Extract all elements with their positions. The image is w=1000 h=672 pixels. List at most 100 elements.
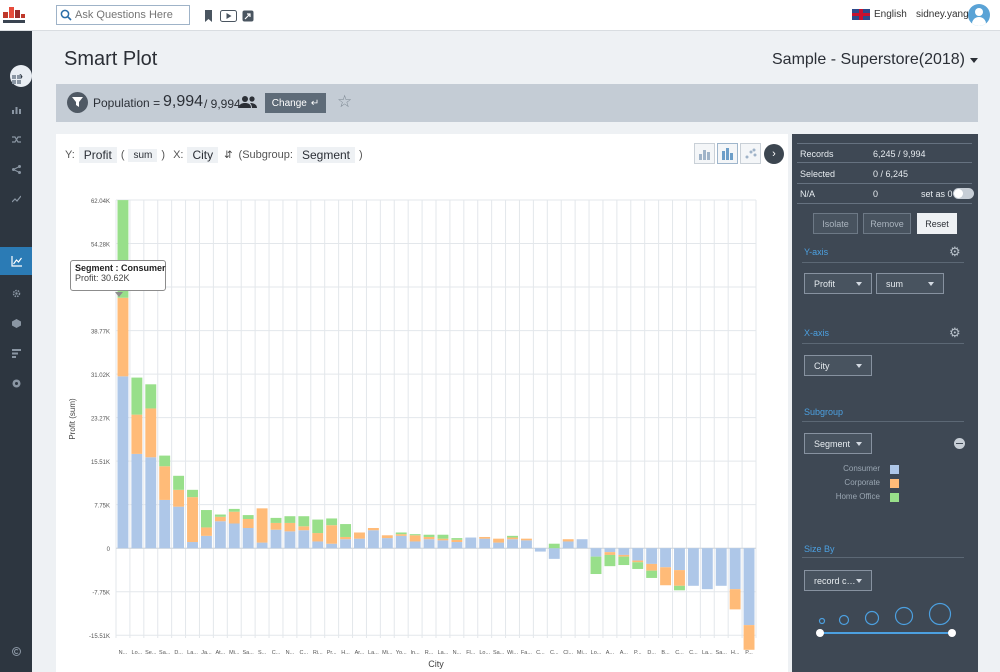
size-by-dropdown[interactable]: record c…: [804, 570, 872, 591]
next-arrow-button[interactable]: ›: [764, 144, 784, 164]
bar-segment[interactable]: [145, 384, 157, 409]
bar-segment[interactable]: [437, 534, 449, 539]
x-axis-gear-icon[interactable]: ⚙: [949, 326, 963, 340]
bar-segment[interactable]: [520, 538, 532, 541]
bar-segment[interactable]: [646, 570, 658, 578]
bar-segment[interactable]: [674, 585, 685, 591]
bar-chart-type-icon[interactable]: [694, 143, 715, 164]
legend-item-corporate[interactable]: Corporate: [812, 478, 902, 490]
bar-segment[interactable]: [284, 522, 296, 532]
bar-segment[interactable]: [451, 542, 463, 549]
app-logo[interactable]: [2, 4, 26, 26]
bar-segment[interactable]: [173, 475, 185, 490]
bar-segment[interactable]: [326, 525, 338, 544]
bar-segment[interactable]: [451, 538, 463, 540]
bar-segment[interactable]: [715, 548, 727, 586]
bar-segment[interactable]: [381, 535, 393, 539]
bar-segment[interactable]: [590, 548, 602, 557]
bar-segment[interactable]: [270, 522, 282, 530]
smart-plot-icon[interactable]: [0, 247, 32, 275]
video-icon[interactable]: [219, 9, 237, 22]
bar-segment[interactable]: [632, 548, 644, 561]
bar-segment[interactable]: [507, 537, 518, 540]
bar-segment[interactable]: [326, 543, 338, 549]
bar-segment[interactable]: [618, 548, 630, 555]
username[interactable]: sidney.yang: [916, 9, 969, 20]
bar-segment[interactable]: [562, 539, 574, 542]
bar-segment[interactable]: [298, 526, 310, 531]
language-selector[interactable]: English: [852, 9, 907, 20]
y-field-dropdown[interactable]: Profit: [804, 273, 872, 294]
bar-segment[interactable]: [187, 489, 198, 498]
search-box[interactable]: [56, 5, 190, 25]
bar-segment[interactable]: [256, 508, 268, 543]
y-axis-gear-icon[interactable]: ⚙: [949, 245, 963, 259]
stacked-bar-chart-type-icon[interactable]: [717, 143, 738, 164]
bar-segment[interactable]: [507, 535, 518, 538]
bar-segment[interactable]: [743, 548, 755, 626]
bar-segment[interactable]: [242, 519, 254, 528]
y-agg-chip[interactable]: sum: [128, 148, 158, 162]
bar-segment[interactable]: [423, 536, 435, 540]
bar-segment[interactable]: [576, 539, 588, 549]
x-field-chip[interactable]: City: [187, 147, 219, 163]
bar-segment[interactable]: [284, 531, 296, 549]
subgroup-field-chip[interactable]: Segment: [296, 147, 355, 163]
cube-icon[interactable]: [0, 311, 32, 335]
bar-segment[interactable]: [200, 527, 212, 536]
bar-segment[interactable]: [660, 548, 672, 568]
settings-gear-icon[interactable]: [0, 281, 32, 305]
bar-segment[interactable]: [298, 530, 310, 549]
bar-segment[interactable]: [145, 408, 157, 458]
bar-segment[interactable]: [632, 562, 644, 569]
bar-segment[interactable]: [367, 527, 379, 531]
bar-segment[interactable]: [451, 539, 463, 543]
bar-segment[interactable]: [187, 542, 198, 549]
bar-segment[interactable]: [548, 543, 560, 549]
bar-segment[interactable]: [604, 552, 616, 555]
bar-segment[interactable]: [381, 538, 393, 549]
bar-segment[interactable]: [312, 533, 324, 542]
bar-segment[interactable]: [729, 548, 741, 590]
dashboard-icon[interactable]: [0, 67, 32, 91]
bar-segment[interactable]: [340, 539, 352, 549]
bar-segment[interactable]: [520, 540, 532, 549]
bar-segment[interactable]: [437, 540, 449, 549]
bar-segment[interactable]: [674, 570, 685, 586]
chart-icon[interactable]: [0, 97, 32, 121]
bar-segment[interactable]: [687, 548, 699, 586]
bar-segment[interactable]: [270, 517, 282, 523]
bar-segment[interactable]: [242, 527, 254, 549]
package-icon[interactable]: [0, 371, 32, 395]
bar-segment[interactable]: [159, 466, 171, 500]
bar-segment[interactable]: [131, 377, 143, 415]
bar-segment[interactable]: [423, 539, 435, 549]
share-icon[interactable]: [240, 9, 256, 22]
bar-segment[interactable]: [228, 511, 240, 524]
bar-segment[interactable]: [437, 538, 449, 541]
bar-segment[interactable]: [395, 535, 407, 549]
bar-segment[interactable]: [465, 537, 477, 549]
bar-segment[interactable]: [284, 516, 296, 523]
bar-segment[interactable]: [367, 530, 379, 549]
bar-segment[interactable]: [479, 538, 491, 549]
bar-segment[interactable]: [562, 541, 574, 549]
bar-segment[interactable]: [187, 497, 198, 543]
bar-segment[interactable]: [409, 535, 421, 542]
reset-button[interactable]: Reset: [917, 213, 957, 234]
bar-segment[interactable]: [729, 589, 741, 610]
subgroup-field-dropdown[interactable]: Segment: [804, 433, 872, 454]
search-input[interactable]: [75, 9, 185, 21]
avatar[interactable]: [968, 4, 990, 26]
bar-segment[interactable]: [298, 516, 310, 527]
remove-subgroup-icon[interactable]: [954, 438, 965, 449]
remove-button[interactable]: Remove: [863, 213, 911, 234]
bar-segment[interactable]: [743, 625, 755, 650]
bar-segment[interactable]: [312, 541, 324, 549]
bar-segment[interactable]: [270, 529, 282, 549]
bar-segment[interactable]: [507, 539, 518, 549]
bar-segment[interactable]: [646, 563, 658, 571]
bar-segment[interactable]: [214, 516, 226, 522]
filter-funnel-icon[interactable]: [67, 92, 88, 113]
bar-segment[interactable]: [145, 457, 157, 549]
